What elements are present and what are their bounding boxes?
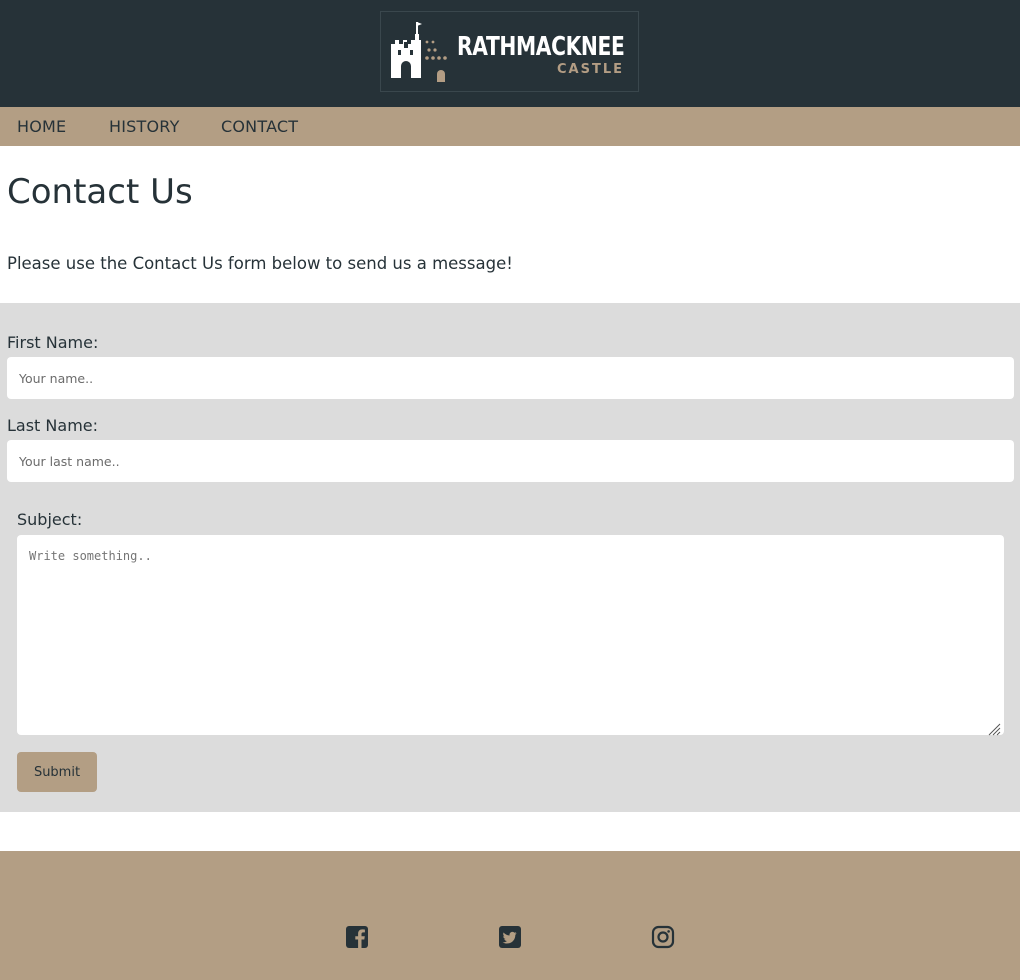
last-name-label: Last Name: [7,416,99,435]
site-footer [0,851,1020,980]
resize-handle-icon[interactable] [987,722,1001,736]
first-name-label: First Name: [7,333,99,352]
nav-item-contact[interactable]: CONTACT [221,117,298,136]
logo-subtitle: CASTLE [557,62,624,77]
main-nav: HOME HISTORY CONTACT [0,107,1020,146]
nav-item-home[interactable]: HOME [17,117,66,136]
last-name-input[interactable] [7,440,1014,482]
site-logo[interactable]: RATHMACKNEE CASTLE [380,11,639,92]
subject-label: Subject: [17,510,83,529]
submit-button[interactable]: Submit [17,752,97,792]
logo-title: RATHMACKNEE [457,32,625,62]
nav-item-history[interactable]: HISTORY [109,117,180,136]
subject-textarea[interactable] [17,535,1004,735]
twitter-icon[interactable] [498,925,522,949]
site-header: RATHMACKNEE CASTLE [0,0,1020,107]
first-name-input[interactable] [7,357,1014,399]
castle-icon [391,22,447,82]
instagram-icon[interactable] [651,925,675,949]
intro-text: Please use the Contact Us form below to … [7,254,513,273]
contact-form: First Name: Last Name: Subject: Submit [0,303,1020,812]
page-title: Contact Us [7,172,193,212]
facebook-icon[interactable] [345,925,369,949]
